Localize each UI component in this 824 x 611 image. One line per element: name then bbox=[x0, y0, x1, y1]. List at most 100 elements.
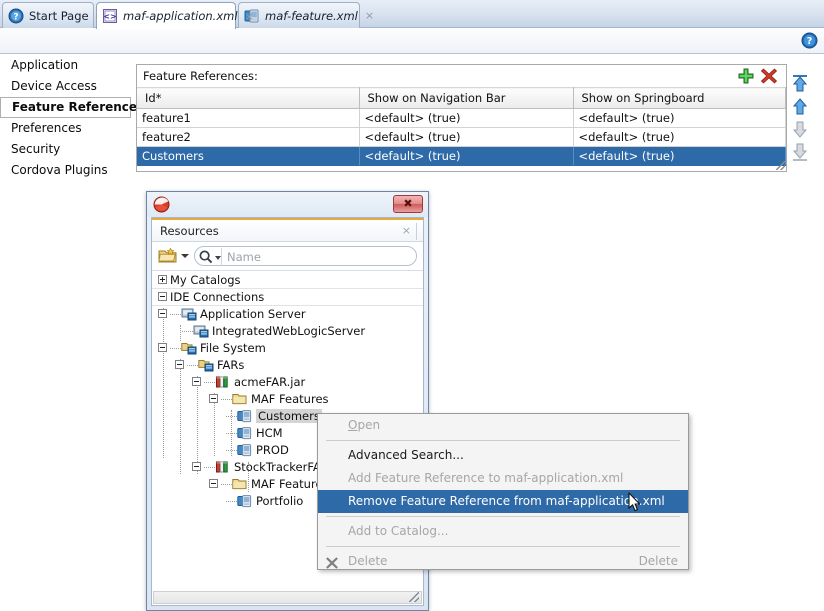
chevron-down-icon[interactable] bbox=[181, 254, 189, 258]
tree-item-integratedweblogicserver[interactable]: IntegratedWebLogicServer bbox=[152, 323, 423, 340]
menu-item-add-feature-reference[interactable]: Add Feature Reference to maf-application… bbox=[318, 467, 688, 490]
menu-item-label: Delete bbox=[348, 554, 388, 568]
cell-show-on-springboard[interactable]: <default> (true) bbox=[573, 108, 786, 128]
sidebar-item-cordova-plugins[interactable]: Cordova Plugins bbox=[0, 160, 134, 181]
tree-group-label: My Catalogs bbox=[170, 273, 241, 287]
column-header-show-on-springboard[interactable]: Show on Springboard bbox=[573, 87, 786, 109]
sidebar-item-label: Feature References bbox=[12, 100, 145, 114]
menu-item-advanced-search[interactable]: Advanced Search... bbox=[318, 444, 688, 467]
svg-text:?: ? bbox=[807, 36, 813, 47]
maf-feature-icon bbox=[237, 443, 253, 457]
tree-item-maf-features[interactable]: MAF Features bbox=[152, 391, 423, 408]
cell-id[interactable]: feature1 bbox=[137, 108, 360, 128]
menu-item-label: Add Feature Reference to maf-application… bbox=[348, 471, 624, 485]
expander-minus-icon[interactable] bbox=[158, 309, 167, 318]
panel-resize-grip[interactable] bbox=[776, 161, 785, 170]
cell-show-on-navigation-bar[interactable]: <default> (true) bbox=[359, 127, 574, 147]
table-row[interactable]: feature2 <default> (true) <default> (tru… bbox=[137, 127, 786, 147]
sidebar-item-label: Application bbox=[11, 58, 79, 72]
app-server-icon bbox=[181, 307, 197, 321]
cell-show-on-navigation-bar[interactable]: <default> (true) bbox=[359, 146, 574, 166]
sidebar-item-label: Preferences bbox=[11, 121, 82, 135]
resources-panel-header: Resources × bbox=[152, 218, 423, 242]
expander-minus-icon[interactable] bbox=[175, 360, 184, 369]
maf-feature-icon bbox=[237, 426, 253, 440]
tab-close-icon[interactable]: × bbox=[365, 10, 374, 21]
delete-x-icon bbox=[325, 555, 339, 569]
tree-group-ide-connections[interactable]: IDE Connections bbox=[152, 289, 423, 306]
table-row-selected[interactable]: Customers <default> (true) <default> (tr… bbox=[137, 146, 786, 166]
sidebar-item-preferences[interactable]: Preferences bbox=[0, 118, 134, 139]
table-header-row: Id* Show on Navigation Bar Show on Sprin… bbox=[137, 87, 786, 109]
add-plus-icon[interactable] bbox=[737, 67, 755, 85]
expander-minus-icon[interactable] bbox=[209, 479, 218, 488]
tree-connector bbox=[187, 365, 198, 366]
move-to-top-button[interactable] bbox=[789, 72, 811, 95]
tab-maf-feature-xml[interactable]: maf-feature.xml × bbox=[238, 2, 374, 28]
new-folder-icon[interactable] bbox=[158, 247, 178, 265]
expander-minus-icon[interactable] bbox=[209, 394, 218, 403]
horizontal-scrollbar[interactable] bbox=[153, 591, 422, 604]
tab-start-page[interactable]: ? Start Page × bbox=[2, 2, 105, 28]
expander-minus-icon[interactable] bbox=[158, 292, 167, 301]
tree-item-label: FARs bbox=[217, 358, 245, 372]
dialog-resize-grip[interactable] bbox=[409, 592, 419, 602]
cell-id[interactable]: feature2 bbox=[137, 127, 360, 147]
tree-item-application-server[interactable]: Application Server bbox=[152, 306, 423, 323]
move-down-button bbox=[789, 118, 811, 141]
tree-item-label: File System bbox=[200, 341, 266, 355]
tree-item-file-system[interactable]: File System bbox=[152, 340, 423, 357]
cell-show-on-springboard[interactable]: <default> (true) bbox=[573, 127, 786, 147]
menu-item-open[interactable]: Open bbox=[318, 414, 688, 437]
editor-help-bar: ? bbox=[0, 28, 824, 54]
tab-close-icon[interactable]: × bbox=[245, 11, 254, 22]
help-page-icon: ? bbox=[8, 8, 24, 24]
expander-minus-icon[interactable] bbox=[192, 377, 201, 386]
menu-item-add-to-catalog[interactable]: Add to Catalog... bbox=[318, 520, 688, 543]
menu-item-delete[interactable]: Delete Delete bbox=[318, 550, 688, 573]
tree-connector bbox=[226, 501, 237, 502]
tree-group-label: IDE Connections bbox=[170, 290, 265, 304]
sidebar-item-security[interactable]: Security bbox=[0, 139, 134, 160]
expander-minus-icon[interactable] bbox=[158, 343, 167, 352]
expander-minus-icon[interactable] bbox=[192, 462, 201, 471]
cell-show-on-navigation-bar[interactable]: <default> (true) bbox=[359, 108, 574, 128]
tree-item-fars[interactable]: FARs bbox=[152, 357, 423, 374]
expander-plus-icon[interactable] bbox=[158, 275, 167, 284]
folder-icon bbox=[232, 392, 248, 406]
tree-connector bbox=[226, 450, 237, 451]
tree-group-my-catalogs[interactable]: My Catalogs bbox=[152, 272, 423, 289]
sidebar-item-device-access[interactable]: Device Access bbox=[0, 76, 134, 97]
cell-show-on-springboard[interactable]: <default> (true) bbox=[573, 146, 786, 166]
tree-item-acmefar-jar[interactable]: acmeFAR.jar bbox=[152, 374, 423, 391]
resources-panel-title: Resources bbox=[160, 224, 219, 238]
close-icon[interactable]: ✖ bbox=[393, 195, 423, 213]
tree-connector bbox=[226, 416, 237, 417]
oracle-jdeveloper-icon bbox=[153, 196, 170, 213]
feature-references-header: Feature References: bbox=[137, 65, 786, 87]
sidebar-item-feature-references[interactable]: Feature References bbox=[0, 97, 144, 118]
dialog-title-bar[interactable]: ✖ bbox=[147, 192, 428, 217]
column-header-id[interactable]: Id* bbox=[137, 87, 360, 109]
menu-item-label: Advanced Search... bbox=[348, 448, 464, 462]
menu-item-shortcut: Delete bbox=[638, 554, 678, 568]
menu-item-label: pen bbox=[357, 418, 381, 432]
move-up-button[interactable] bbox=[789, 95, 811, 118]
table-row[interactable]: feature1 <default> (true) <default> (tru… bbox=[137, 108, 786, 128]
search-input[interactable]: Name bbox=[194, 246, 417, 266]
tree-item-label: Portfolio bbox=[256, 494, 304, 508]
cell-id[interactable]: Customers bbox=[137, 146, 360, 166]
move-to-bottom-button bbox=[789, 141, 811, 164]
tree-connector bbox=[221, 484, 232, 485]
tree-connector bbox=[204, 382, 215, 383]
maf-feature-icon bbox=[237, 409, 253, 423]
delete-x-icon[interactable] bbox=[760, 67, 778, 85]
sidebar-item-application[interactable]: Application bbox=[0, 55, 134, 76]
feature-references-panel: Feature References: Id* Show on Navigati… bbox=[136, 64, 787, 172]
panel-close-icon[interactable]: × bbox=[402, 224, 411, 237]
help-icon[interactable]: ? bbox=[801, 32, 818, 49]
editor-tab-strip: ? Start Page × <> maf-application.xml × bbox=[0, 0, 824, 29]
column-header-show-on-navigation-bar[interactable]: Show on Navigation Bar bbox=[359, 87, 574, 109]
tab-maf-application-xml[interactable]: <> maf-application.xml × bbox=[96, 2, 254, 29]
reorder-button-group bbox=[789, 72, 811, 164]
